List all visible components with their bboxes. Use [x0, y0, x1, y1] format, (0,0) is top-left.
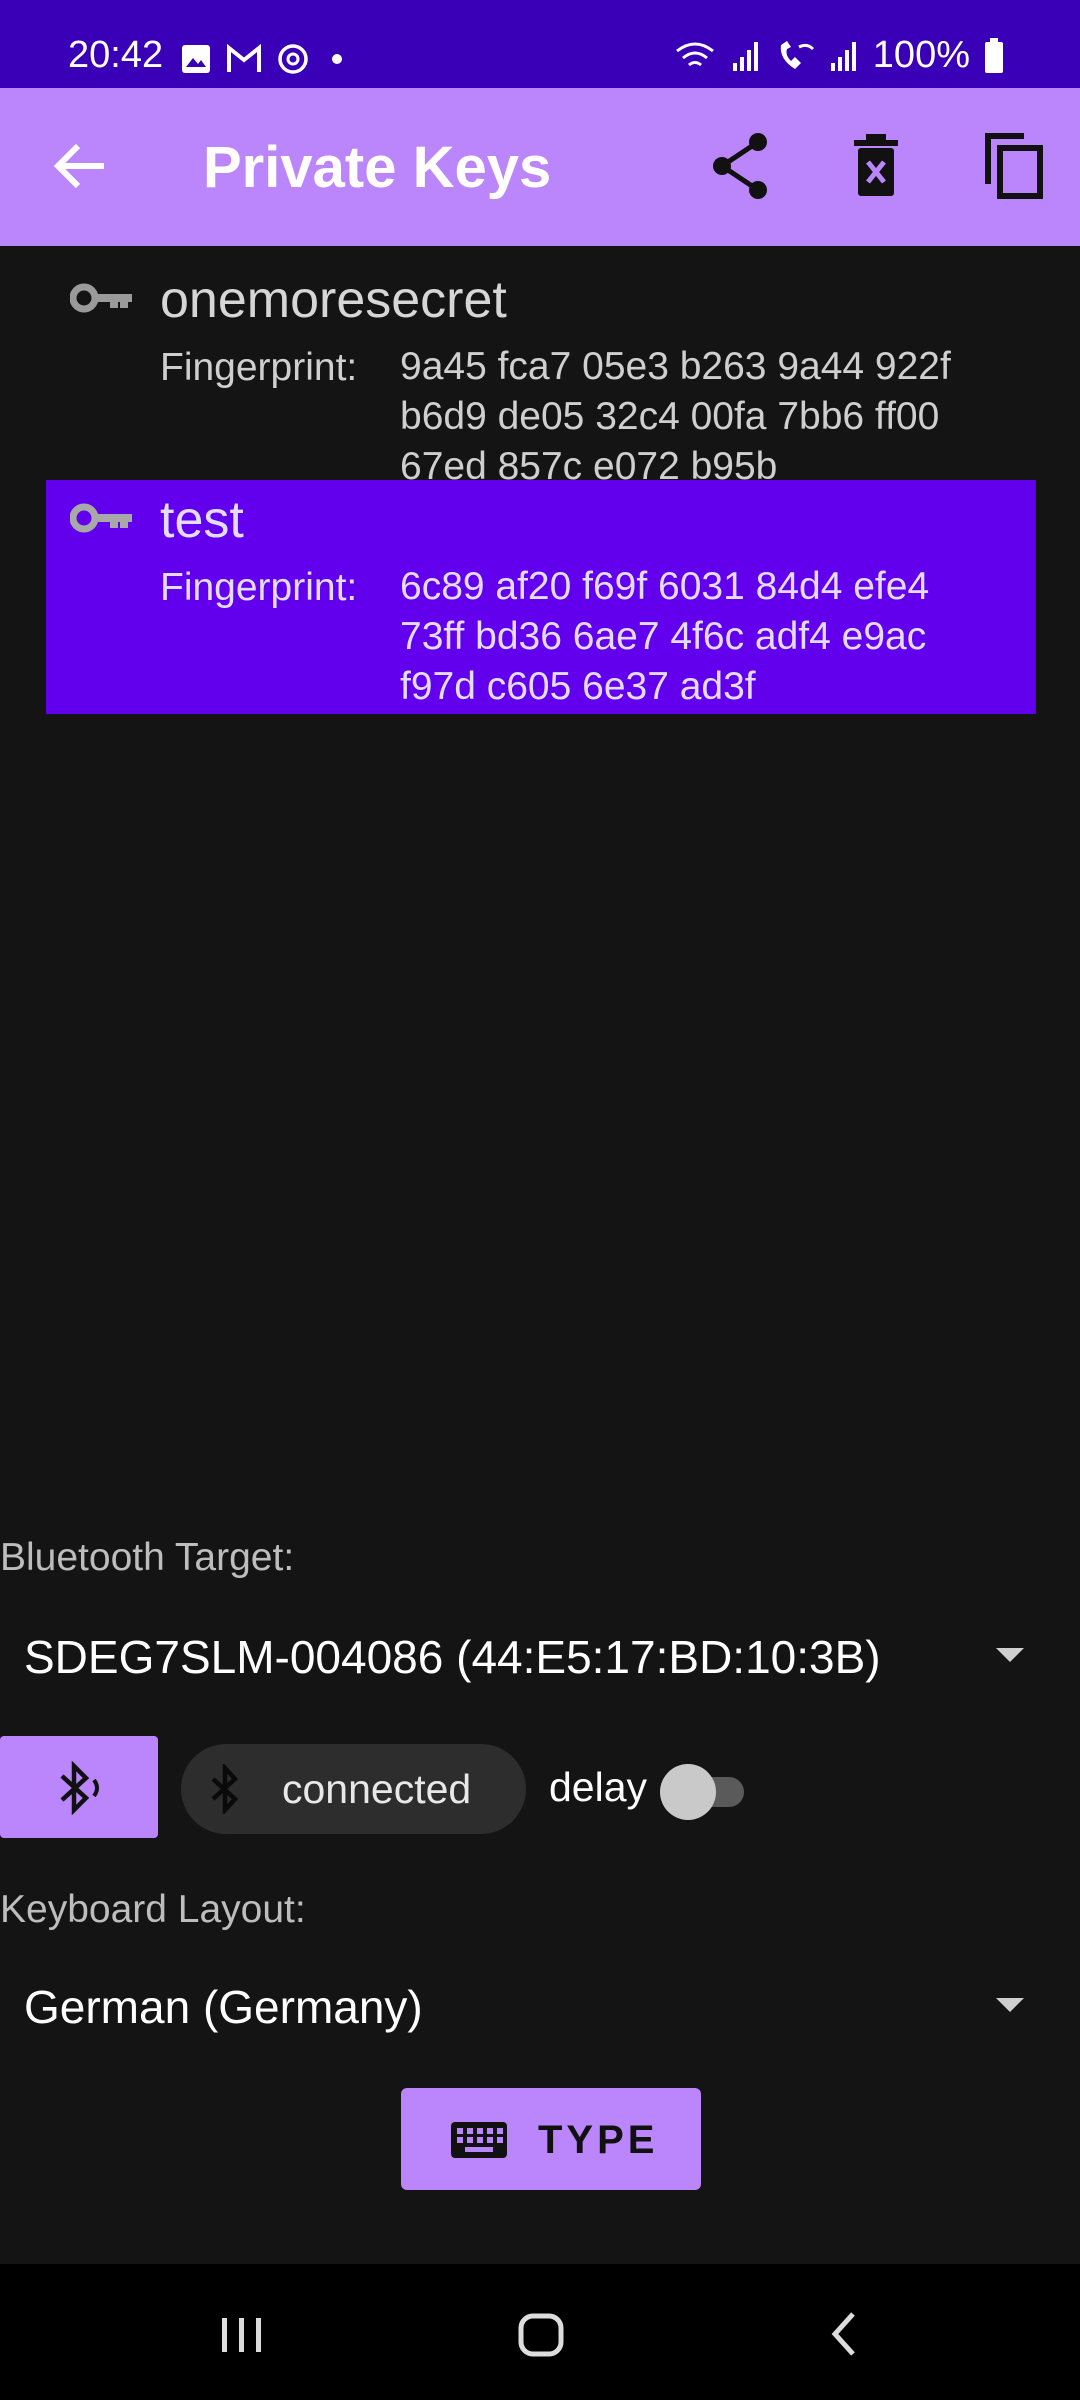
fingerprint-line: 9a45 fca7 05e3 b263 9a44 922f [400, 345, 951, 388]
key-icon [70, 503, 132, 533]
wifi-calling-icon [780, 40, 814, 69]
system-navigation-bar [0, 2264, 1080, 2400]
bluetooth-discoverable-button[interactable] [0, 1736, 158, 1838]
keyboard-icon [451, 2122, 507, 2158]
delete-icon[interactable] [838, 128, 914, 204]
delay-switch[interactable] [660, 1764, 752, 1820]
bluetooth-status-text: connected [282, 1766, 472, 1812]
battery-percent: 100% [872, 34, 970, 76]
signal-icon-2 [830, 41, 856, 71]
dot-icon [332, 54, 342, 64]
keyboard-layout-label: Keyboard Layout: [0, 1888, 306, 1931]
dropdown-arrow-icon [996, 1648, 1024, 1662]
battery-icon [985, 37, 1003, 73]
key-name: test [160, 491, 244, 549]
signal-icon [732, 41, 758, 71]
recents-icon[interactable] [212, 2304, 272, 2364]
dropdown-arrow-icon [996, 1998, 1024, 2012]
type-button[interactable]: TYPE [401, 2088, 701, 2190]
fingerprint-line: b6d9 de05 32c4 00fa 7bb6 ff00 [400, 395, 940, 438]
bluetooth-discoverable-icon [60, 1760, 99, 1816]
app-bar: Private Keys [0, 88, 1080, 246]
fingerprint-value: 9a45 fca7 05e3 b263 9a44 922f b6d9 de05 … [400, 342, 1030, 492]
bluetooth-icon [211, 1764, 239, 1814]
bluetooth-target-dropdown[interactable]: SDEG7SLM-004086 (44:E5:17:BD:10:3B) [0, 1610, 1080, 1700]
fingerprint-value: 6c89 af20 f69f 6031 84d4 efe4 73ff bd36 … [400, 562, 1030, 712]
status-time: 20:42 [68, 34, 164, 76]
page-title: Private Keys [203, 135, 552, 200]
notification-icons [180, 42, 350, 76]
keyboard-layout-dropdown[interactable]: German (Germany) [0, 1960, 1080, 2050]
copy-icon[interactable] [974, 128, 1050, 204]
type-button-label: TYPE [538, 2118, 659, 2162]
key-list-item-selected[interactable]: test Fingerprint: 6c89 af20 f69f 6031 84… [46, 480, 1036, 714]
delay-label: delay [549, 1764, 648, 1810]
fingerprint-label: Fingerprint: [160, 346, 358, 389]
key-name: onemoresecret [160, 271, 507, 329]
bluetooth-target-label: Bluetooth Target: [0, 1536, 295, 1579]
fingerprint-line: 73ff bd36 6ae7 4f6c adf4 e9ac [400, 615, 927, 658]
delay-switch-thumb [660, 1764, 716, 1820]
bluetooth-status-chip: connected [181, 1744, 526, 1834]
fingerprint-line: f97d c605 6e37 ad3f [400, 665, 756, 708]
key-list-item[interactable]: onemoresecret Fingerprint: 9a45 fca7 05e… [46, 258, 1036, 488]
gmail-icon [227, 44, 261, 72]
share-icon[interactable] [702, 128, 778, 204]
status-bar: 20:42 100% [0, 0, 1080, 88]
key-icon [70, 283, 132, 313]
fingerprint-line: 6c89 af20 f69f 6031 84d4 efe4 [400, 565, 930, 608]
bluetooth-device-value: SDEG7SLM-004086 (44:E5:17:BD:10:3B) [24, 1631, 881, 1683]
system-icons: 100% [673, 34, 1004, 77]
back-icon[interactable] [815, 2304, 875, 2364]
home-icon[interactable] [512, 2304, 572, 2364]
sync-icon [278, 44, 308, 74]
image-icon [182, 45, 210, 73]
keyboard-layout-value: German (Germany) [24, 1981, 423, 2033]
fingerprint-label: Fingerprint: [160, 566, 358, 609]
back-arrow-icon[interactable] [44, 130, 116, 202]
wifi-icon [675, 42, 714, 66]
